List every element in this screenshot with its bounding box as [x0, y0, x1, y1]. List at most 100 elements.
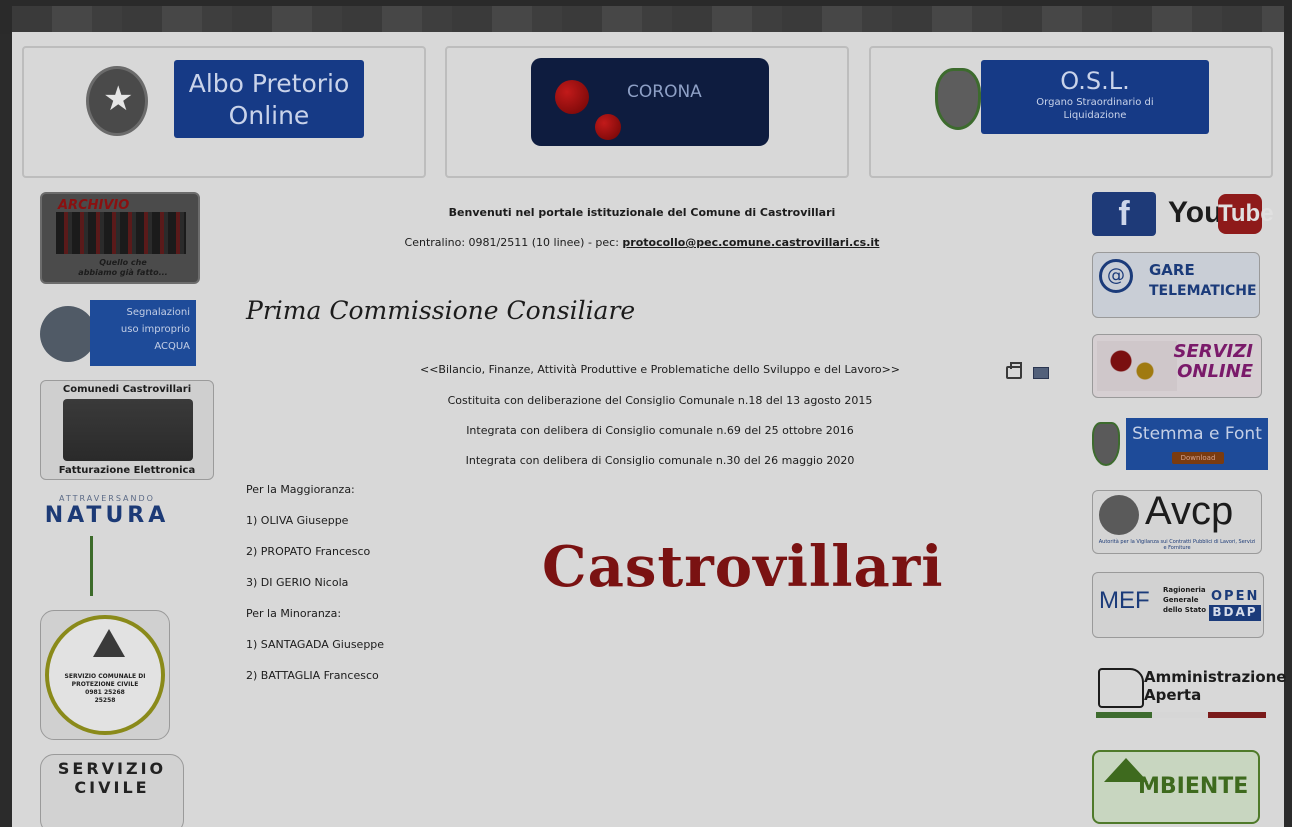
mef-sub1: Ragioneria — [1163, 586, 1206, 594]
mef-open-bdap-link[interactable]: MEF Ragioneria Generale dello Stato OPEN… — [1092, 572, 1264, 638]
at-sign-icon: @ — [1099, 259, 1133, 293]
open-book-icon — [1098, 668, 1144, 708]
ambiente-link[interactable]: MBIENTE — [1092, 750, 1260, 824]
mef-logo: MEF — [1099, 587, 1150, 614]
ambiente-label: MBIENTE — [1138, 774, 1249, 799]
servizio-civile-label: SERVIZIO CIVILE — [57, 759, 167, 797]
natura-small-label: ATTRAVERSANDO — [59, 494, 155, 503]
page-title: Prima Commissione Consiliare — [246, 296, 636, 325]
corona-label: CORONA — [627, 82, 702, 102]
ammin-line2: Aperta — [1144, 686, 1202, 704]
servizi-online-link[interactable]: SERVIZI ONLINE — [1092, 334, 1262, 398]
corona-plate: CORONA — [531, 58, 769, 146]
corona-banner[interactable]: CORONA — [445, 46, 849, 178]
avcp-subtitle: Autorità per la Vigilanza sui Contratti … — [1098, 539, 1256, 551]
print-icon[interactable] — [1006, 362, 1022, 379]
integrata-2016-line: Integrata con delibera di Consiglio comu… — [466, 424, 854, 437]
commission-subtitle: <<Bilancio, Finanze, Attività Produttive… — [419, 363, 901, 376]
facebook-icon[interactable]: f — [1092, 192, 1156, 236]
mef-subtitle: Ragioneria Generale dello Stato — [1163, 585, 1206, 615]
acqua-line1: Segnalazioni — [126, 307, 190, 318]
youtube-you-label[interactable]: You — [1168, 196, 1222, 230]
header-photo — [12, 6, 1284, 32]
protezione-civile-logo: SERVIZIO COMUNALE DI PROTEZIONE CIVILE 0… — [45, 615, 165, 735]
archivio-title: ARCHIVIO — [58, 198, 130, 213]
stemma-plate: Stemma e Font Download — [1126, 418, 1268, 470]
costituita-line: Costituita con deliberazione del Consigl… — [447, 394, 873, 407]
integrata-2020-line: Integrata con delibera di Consiglio comu… — [465, 454, 855, 467]
member-item: 1) SANTAGADA Giuseppe — [246, 638, 385, 651]
castrovillari-crest-icon — [935, 68, 981, 130]
member-item: 2) PROPATO Francesco — [246, 545, 371, 558]
minoranza-label: Per la Minoranza: — [246, 607, 342, 620]
water-tap-icon — [40, 306, 96, 362]
servizi-line2: ONLINE — [1177, 361, 1253, 382]
centralino-prefix: Centralino: 0981/2511 (10 linee) - pec: — [404, 236, 623, 249]
archivio-link[interactable]: ARCHIVIO Quello che abbiamo già fatto... — [40, 192, 200, 284]
avcp-link[interactable]: Avcp Autorità per la Vigilanza sui Contr… — [1092, 489, 1262, 554]
archivio-subtitle: Quello che abbiamo già fatto... — [48, 258, 198, 278]
castrovillari-watermark: Castrovillari — [542, 534, 944, 600]
osl-banner[interactable]: O.S.L. Organo Straordinario di Liquidazi… — [869, 46, 1273, 178]
osl-plate: O.S.L. Organo Straordinario di Liquidazi… — [981, 60, 1209, 134]
virus-icon — [555, 80, 589, 114]
stemma-e-font-link[interactable]: Stemma e Font Download — [1092, 418, 1268, 470]
member-item: 1) OLIVA Giuseppe — [246, 514, 349, 527]
mef-sub2: Generale — [1163, 596, 1199, 604]
binders-icon — [56, 212, 186, 254]
tricolore-bar — [1096, 712, 1266, 718]
osl-line2: Liquidazione — [1063, 110, 1127, 121]
social-links: f You Tube — [1092, 190, 1274, 236]
maggioranza-label: Per la Maggioranza: — [246, 483, 355, 496]
open-label: OPEN — [1211, 589, 1260, 604]
welcome-text: Benvenuti nel portale istituzionale del … — [448, 206, 836, 219]
osl-line1: Organo Straordinario di — [1036, 97, 1154, 108]
italian-republic-emblem-icon — [86, 66, 148, 136]
protezione-phone1: 0981 25268 — [85, 689, 125, 696]
protezione-line2: PROTEZIONE CIVILE — [71, 681, 139, 688]
browser-viewport: Albo Pretorio Online CORONA O.S.L. Organ… — [0, 0, 1292, 827]
protezione-phone2: 25258 — [94, 697, 116, 704]
acqua-line3: ACQUA — [154, 341, 190, 352]
albo-line2: Online — [228, 101, 310, 130]
virus-icon — [595, 114, 621, 140]
natura-big-label: NATURA — [44, 503, 170, 528]
attraversando-natura-link[interactable]: ATTRAVERSANDO NATURA — [40, 494, 174, 598]
ammin-label: Amministrazione Aperta — [1144, 668, 1286, 704]
gare-telematiche-link[interactable]: @ GARE TELEMATICHE — [1092, 252, 1260, 318]
article-tools — [1006, 362, 1050, 383]
download-badge: Download — [1172, 452, 1224, 464]
albo-line1: Albo Pretorio — [188, 69, 350, 98]
mef-sub3: dello Stato — [1163, 606, 1207, 614]
youtube-tube-icon[interactable]: Tube — [1218, 194, 1274, 234]
acqua-line2: uso improprio — [120, 324, 190, 335]
ammin-line1: Amministrazione — [1144, 668, 1287, 686]
page-body: Albo Pretorio Online CORONA O.S.L. Organ… — [12, 32, 1286, 827]
albo-pretorio-plate: Albo Pretorio Online — [174, 60, 364, 138]
pec-email-link[interactable]: protocollo@pec.comune.castrovillari.cs.i… — [622, 236, 879, 249]
servizi-graphic-icon — [1097, 341, 1177, 391]
protezione-civile-link[interactable]: SERVIZIO COMUNALE DI PROTEZIONE CIVILE 0… — [40, 610, 170, 740]
member-item: 2) BATTAGLIA Francesco — [246, 669, 379, 682]
fattura-top-label: Comunedi Castrovillari — [62, 384, 192, 395]
gare-line1: GARE — [1149, 261, 1195, 279]
servizio-civile-link[interactable]: SERVIZIO CIVILE — [40, 754, 184, 827]
amministrazione-aperta-link[interactable]: Amministrazione Aperta — [1092, 662, 1286, 724]
laptops-icon — [63, 399, 193, 461]
email-icon[interactable] — [1033, 367, 1050, 379]
bdap-label: BDAP — [1209, 605, 1261, 621]
centralino-line: Centralino: 0981/2511 (10 linee) - pec: … — [232, 236, 1052, 249]
natura-stem-decoration — [90, 536, 93, 596]
republic-emblem-icon — [1099, 495, 1139, 535]
header-photo-strip — [0, 0, 1292, 34]
servizi-line1: SERVIZI — [1173, 341, 1254, 362]
protezione-line1: SERVIZIO COMUNALE DI — [64, 673, 146, 680]
fatturazione-elettronica-link[interactable]: Comunedi Castrovillari Fatturazione Elet… — [40, 380, 214, 480]
archivio-sub1: Quello che — [99, 258, 147, 267]
albo-pretorio-banner[interactable]: Albo Pretorio Online — [22, 46, 426, 178]
member-item: 3) DI GERIO Nicola — [246, 576, 349, 589]
avcp-title: Avcp — [1145, 489, 1234, 533]
archivio-sub2: abbiamo già fatto... — [78, 268, 168, 277]
triangle-icon — [93, 629, 125, 657]
segnalazioni-acqua-link[interactable]: Segnalazioni uso improprio ACQUA — [40, 300, 196, 366]
